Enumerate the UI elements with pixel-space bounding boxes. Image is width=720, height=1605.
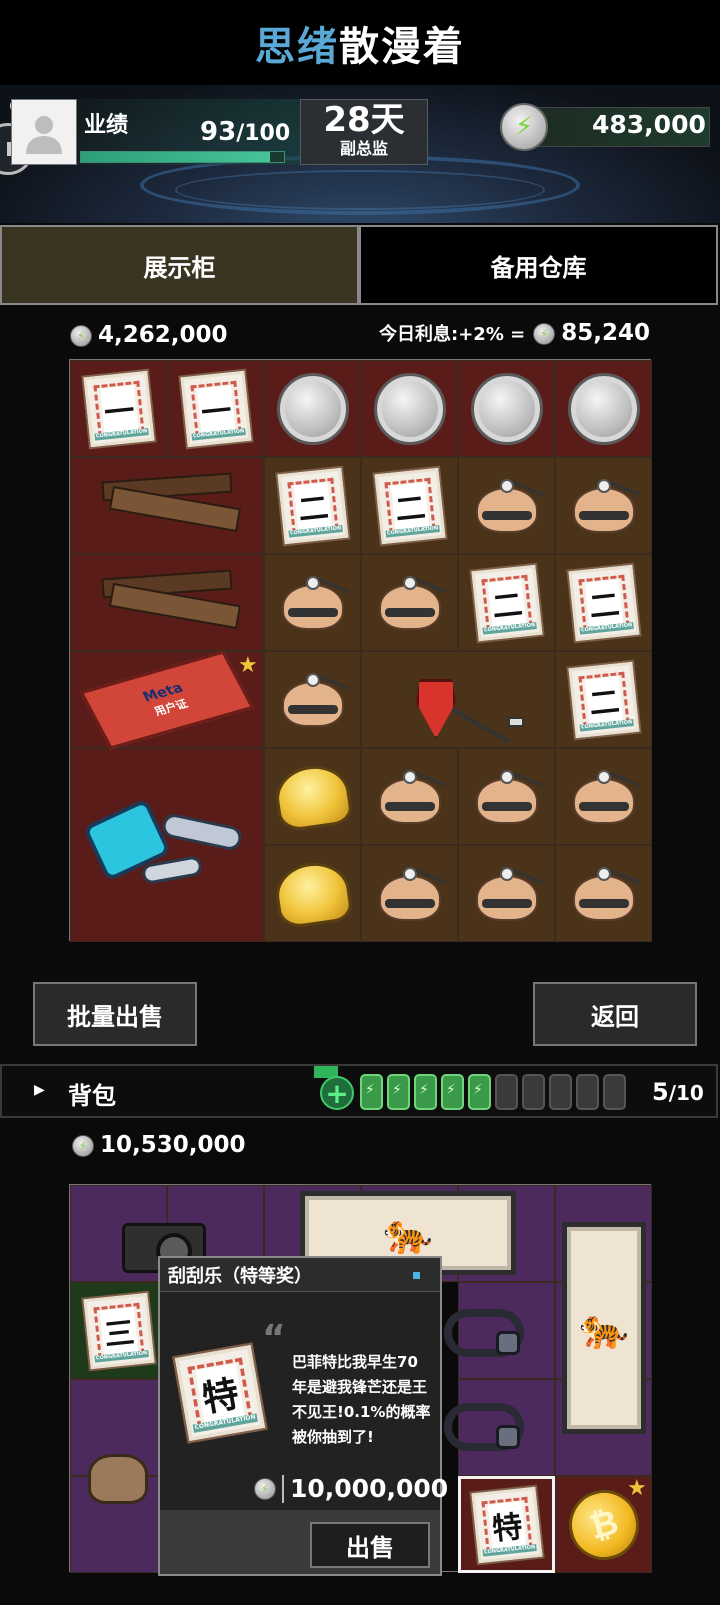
bun-icon[interactable] [555,845,652,942]
backpack-bar[interactable]: ▶ 背包 + 5/10 [0,1064,718,1118]
tab-backup-warehouse[interactable]: 备用仓库 [359,225,718,305]
user-silhouette-icon [26,116,62,154]
battery-full-icon [360,1074,383,1110]
bulk-sell-button[interactable]: 批量出售 [33,982,197,1046]
lightning-coin-icon: ⚡ [533,322,556,345]
showcase-balance: ⚡ 4,262,000 [70,322,228,348]
bun-icon[interactable] [555,457,652,554]
scratch-ticket-first-prize[interactable]: 一 [167,360,264,457]
game-title: 思绪散漫着 [255,23,465,70]
avatar[interactable] [11,99,77,165]
tiger-scroll-icon[interactable]: 🐅 [560,1221,648,1435]
performance-bar [80,151,285,163]
performance-bar-fill [81,152,270,162]
lightning-coin-icon: ⚡ [72,1134,94,1157]
coin-total: 483,000 [592,110,706,139]
star-icon: ★ [627,1476,647,1501]
bun-icon[interactable] [458,748,555,845]
popup-description: 巴菲特比我早生70年是避我锋芒还是王不见王!0.1%的概率被你抽到了! [292,1353,431,1446]
red-mallet-icon[interactable] [361,651,555,748]
battery-empty-icon [522,1074,545,1110]
battery-empty-icon [495,1074,518,1110]
days-box: 28天 副总监 [300,99,428,165]
battery-empty-icon [576,1074,599,1110]
silver-coin-icon[interactable] [458,360,555,457]
popup-title: 刮刮乐（特等奖） [160,1258,440,1292]
bun-icon[interactable] [458,457,555,554]
backpack-balance: ⚡ 10,530,000 [72,1132,246,1158]
wooden-ruler-icon[interactable] [70,554,264,651]
gold-bitcoin-icon[interactable]: ₿ ★ [555,1476,652,1573]
scratch-ticket-special-prize[interactable]: 特 [458,1476,555,1573]
hud: 业绩 93/100 28天 副总监 ⚡ 483,000 [0,85,720,223]
lightning-coin-icon: ⚡ [254,1477,276,1500]
sell-button[interactable]: 出售 [310,1522,430,1568]
star-icon: ★ [238,653,258,678]
scratch-ticket-special-prize: 特 [174,1344,266,1442]
scratch-ticket-second-prize[interactable]: 二 [361,457,458,554]
bun-icon[interactable] [361,845,458,942]
storage-tabs: 展示柜 备用仓库 [0,225,718,305]
silver-coin-icon[interactable] [555,360,652,457]
add-capacity-button[interactable]: + [320,1076,354,1110]
rank-title: 副总监 [339,139,388,158]
silver-coin-icon[interactable] [264,360,361,457]
daily-interest: 今日利息:+2% = ⚡ 85,240 [379,320,650,346]
popup-price: ⚡ 10,000,000 [254,1474,448,1503]
battery-empty-icon [603,1074,626,1110]
title-bar: 思绪散漫着 [0,0,720,85]
terracotta-warrior-icon[interactable] [78,1439,158,1519]
lightning-coin-icon: ⚡ [70,324,92,347]
bun-icon[interactable] [555,748,652,845]
item-detail-popup: 刮刮乐（特等奖） “ 特 巴菲特比我早生70年是避我锋芒还是王不见王!0.1%的… [158,1256,448,1576]
silver-coin-icon[interactable] [361,360,458,457]
scratch-ticket-second-prize[interactable]: 二 [264,457,361,554]
bun-icon[interactable] [361,748,458,845]
battery-full-icon [387,1074,410,1110]
performance-value: 93/100 [200,117,291,147]
bun-icon[interactable] [361,554,458,651]
bun-icon[interactable] [264,554,361,651]
meta-user-card-icon[interactable]: Meta 用户证 ★ [70,649,264,750]
performance-label: 业绩 [84,113,129,138]
back-button[interactable]: 返回 [533,982,697,1046]
showcase-grid: 一 一 二 二 二 二 Meta用户证 ★ 二 [69,359,652,942]
bread-icon[interactable] [264,845,361,942]
backpack-label: 背包 [68,1082,116,1110]
expand-arrow-icon[interactable]: ▶ [34,1082,45,1098]
battery-full-icon [414,1074,437,1110]
lightning-coin-icon: ⚡ [500,103,548,151]
backpack-count: 5/10 [652,1078,704,1106]
battery-empty-icon [549,1074,572,1110]
bun-icon[interactable] [458,845,555,942]
vr-headset-icon[interactable] [442,1387,526,1467]
battery-full-icon [441,1074,464,1110]
scratch-ticket-third-prize[interactable]: 三 [70,1282,167,1379]
tab-showcase[interactable]: 展示柜 [0,225,359,305]
scratch-ticket-second-prize[interactable]: 二 [458,554,555,651]
vr-headset-icon[interactable] [442,1293,526,1373]
popup-footer: 出售 [160,1510,440,1574]
days-count: 28天 [323,100,405,140]
bread-icon[interactable] [264,748,361,845]
wooden-ruler-icon[interactable] [70,457,264,554]
bun-icon[interactable] [264,651,361,748]
scratch-ticket-second-prize[interactable]: 二 [555,554,652,651]
scratch-ticket-first-prize[interactable]: 一 [70,360,167,457]
popup-indicator-icon [413,1272,420,1279]
scratch-ticket-second-prize[interactable]: 二 [555,651,652,748]
quote-mark-icon: “ [262,1318,286,1359]
robot-icon[interactable] [70,748,264,942]
battery-full-icon [468,1074,491,1110]
